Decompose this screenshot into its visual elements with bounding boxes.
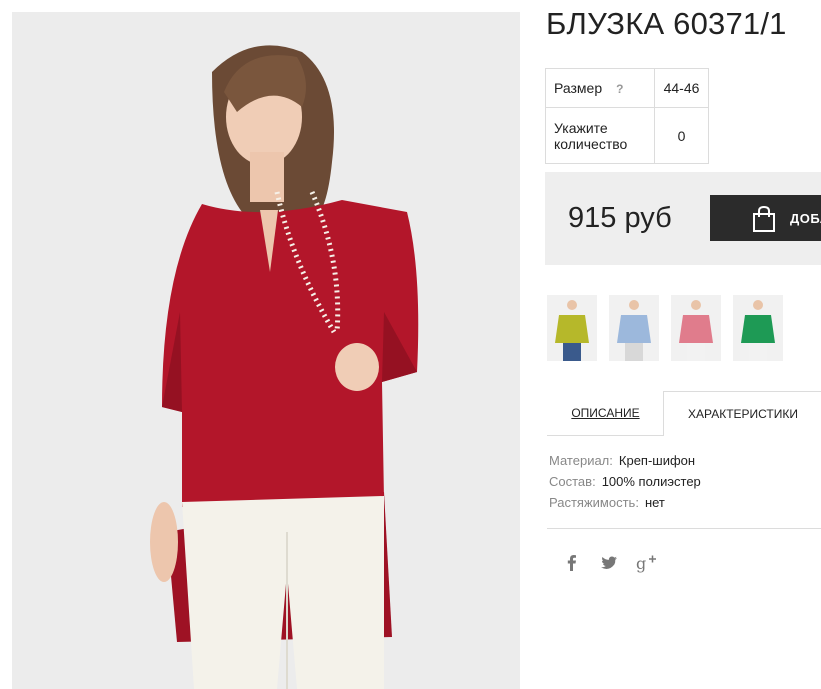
thumbnail-green-figure <box>741 300 775 361</box>
price-box: 915 руб ДОБАВИТЬ <box>545 172 821 265</box>
twitter-glyph <box>601 556 617 569</box>
quantity-input[interactable] <box>664 126 699 145</box>
product-options-table: Размер? 44-46 Укажите количество <box>545 68 709 164</box>
product-price: 915 руб <box>568 202 672 234</box>
thumbnail-pink[interactable] <box>671 295 721 361</box>
size-label-cell: Размер? <box>545 68 655 108</box>
quantity-cell <box>654 107 709 164</box>
spec-row-material: Материал: Креп-шифон <box>549 453 701 474</box>
thumbnail-olive[interactable] <box>547 295 597 361</box>
thumbnail-olive-figure <box>555 300 589 361</box>
twitter-icon[interactable] <box>597 551 621 575</box>
divider <box>547 528 821 529</box>
size-help-icon[interactable]: ? <box>616 82 623 96</box>
facebook-glyph <box>567 555 576 571</box>
add-to-cart-button[interactable]: ДОБАВИТЬ <box>710 195 821 241</box>
product-image[interactable] <box>12 12 520 689</box>
spec-value: 100% полиэстер <box>601 474 701 489</box>
facebook-icon[interactable] <box>560 551 584 575</box>
shopping-bag-icon <box>753 205 775 232</box>
quantity-label: Укажите количество <box>545 107 655 164</box>
spec-label: Состав: <box>549 474 596 489</box>
add-to-cart-label: ДОБАВИТЬ <box>790 211 821 226</box>
tab-description[interactable]: ОПИСАНИЕ <box>547 391 664 436</box>
product-photo-illustration <box>12 12 520 689</box>
google-plus-glyph: g <box>636 554 656 573</box>
svg-text:g: g <box>636 554 646 573</box>
thumbnail-green[interactable] <box>733 295 783 361</box>
characteristics-list: Материал: Креп-шифон Состав: 100% полиэсте… <box>549 453 701 516</box>
size-row: Размер? 44-46 <box>545 68 709 108</box>
product-tabs: ОПИСАНИЕ ХАРАКТЕРИСТИКИ <box>547 391 821 437</box>
thumbnail-light-blue-figure <box>617 300 651 361</box>
size-value[interactable]: 44-46 <box>654 68 709 108</box>
spec-row-stretch: Растяжимость: нет <box>549 495 701 516</box>
spec-label: Материал: <box>549 453 613 468</box>
product-title: БЛУЗКА 60371/1 <box>546 6 787 41</box>
size-label: Размер <box>554 80 603 96</box>
spec-value: нет <box>644 495 665 510</box>
quantity-row: Укажите количество <box>545 107 709 164</box>
google-plus-icon[interactable]: g <box>634 551 658 575</box>
thumbnail-pink-figure <box>679 300 713 361</box>
spec-value: Креп-шифон <box>618 453 696 468</box>
spec-label: Растяжимость: <box>549 495 639 510</box>
spec-row-composition: Состав: 100% полиэстер <box>549 474 701 495</box>
thumbnail-light-blue[interactable] <box>609 295 659 361</box>
tab-characteristics[interactable]: ХАРАКТЕРИСТИКИ <box>663 391 821 436</box>
